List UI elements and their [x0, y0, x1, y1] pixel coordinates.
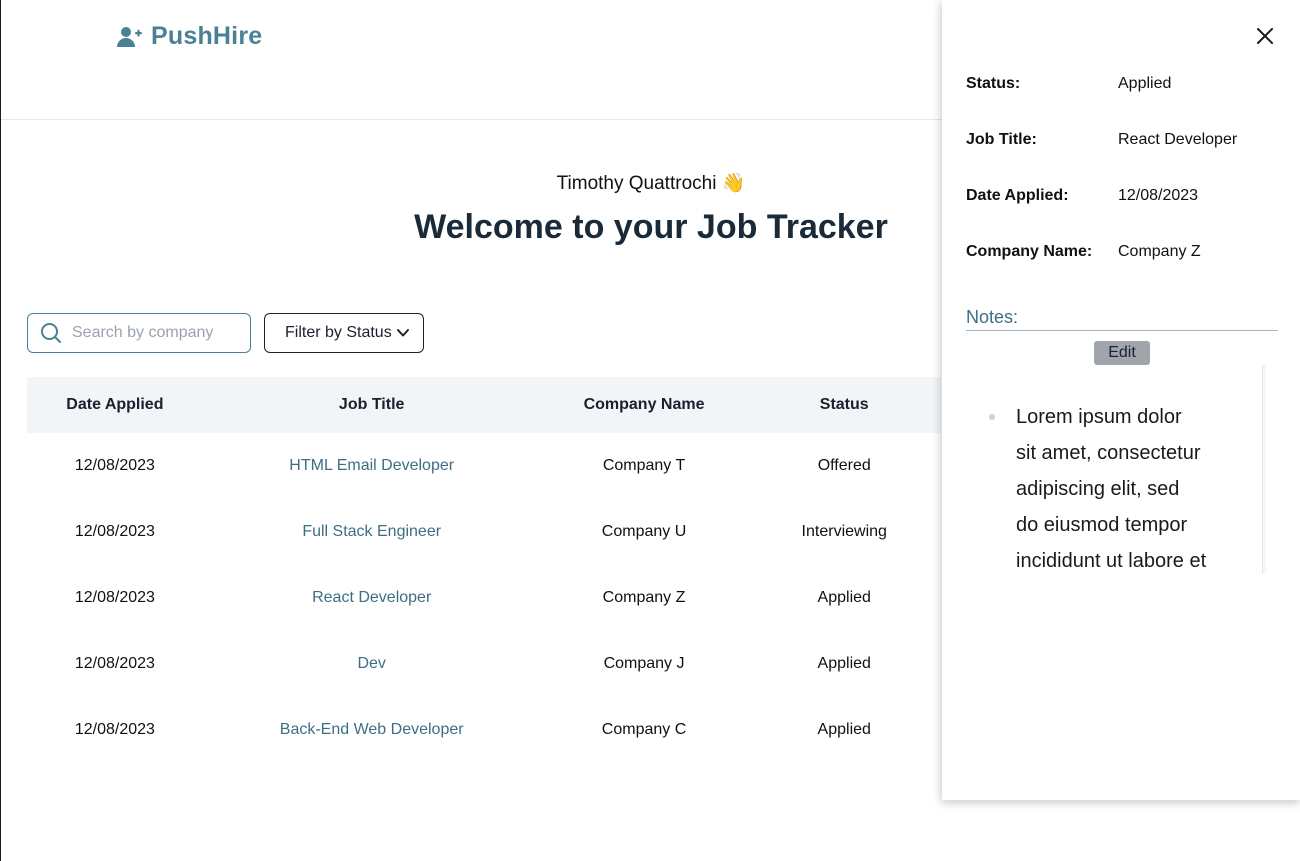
- table-row[interactable]: 12/08/2023 Dev Company J Applied: [27, 631, 941, 697]
- brand-logo[interactable]: PushHire: [115, 22, 262, 51]
- chevron-down-icon: [396, 329, 409, 337]
- search-field[interactable]: [27, 313, 251, 353]
- cell-date: 12/08/2023: [74, 523, 155, 540]
- jobs-table: Date Applied Job Title Company Name Stat…: [27, 377, 941, 763]
- cell-company: Company U: [601, 523, 687, 540]
- detail-status-value: Applied: [1118, 75, 1172, 92]
- search-input[interactable]: [70, 323, 244, 343]
- notes-heading: Notes:: [966, 307, 1278, 331]
- cell-date: 12/08/2023: [74, 655, 155, 672]
- brand-name: PushHire: [151, 22, 263, 50]
- job-title-link[interactable]: Full Stack Engineer: [302, 523, 441, 540]
- detail-status-label: Status:: [966, 75, 1021, 92]
- edit-notes-button[interactable]: Edit: [1094, 341, 1150, 365]
- table-row[interactable]: 12/08/2023 Back-End Web Developer Compan…: [27, 697, 941, 763]
- user-name: Timothy Quattrochi: [556, 173, 717, 194]
- notes-scrollbar[interactable]: [1262, 365, 1266, 574]
- cell-company: Company C: [601, 721, 687, 738]
- job-title-link[interactable]: HTML Email Developer: [289, 457, 454, 474]
- detail-date-value: 12/08/2023: [1118, 187, 1199, 204]
- detail-company-value: Company Z: [1118, 243, 1201, 260]
- table-header-row: Date Applied Job Title Company Name Stat…: [27, 377, 941, 433]
- detail-job-title-value: React Developer: [1118, 131, 1238, 148]
- header-date-applied[interactable]: Date Applied: [27, 377, 203, 433]
- detail-date-label: Date Applied:: [966, 187, 1069, 204]
- job-title-link[interactable]: Back-End Web Developer: [280, 721, 464, 738]
- header-job-title[interactable]: Job Title: [203, 377, 541, 433]
- wave-emoji: 👋: [721, 173, 746, 194]
- table-row[interactable]: 12/08/2023 HTML Email Developer Company …: [27, 433, 941, 499]
- cell-company: Company T: [602, 457, 686, 474]
- cell-date: 12/08/2023: [74, 589, 155, 606]
- detail-company-label: Company Name:: [966, 243, 1093, 260]
- job-detail-drawer: Status: Applied Job Title: React Develop…: [942, 0, 1300, 800]
- status-filter-select[interactable]: Filter by Status: [264, 313, 424, 353]
- user-plus-icon: [117, 26, 142, 47]
- cell-company: Company J: [603, 655, 685, 672]
- header-status[interactable]: Status: [747, 377, 941, 433]
- note-item: Lorem ipsum dolor sit amet, consectetur …: [989, 399, 1207, 574]
- cell-status: Offered: [817, 457, 871, 474]
- notes-scroll-area[interactable]: Lorem ipsum dolor sit amet, consectetur …: [966, 365, 1266, 574]
- cell-date: 12/08/2023: [74, 721, 155, 738]
- close-icon[interactable]: [1255, 26, 1275, 46]
- cell-date: 12/08/2023: [74, 457, 155, 474]
- cell-company: Company Z: [602, 589, 686, 606]
- cell-status: Interviewing: [801, 523, 887, 540]
- cell-status: Applied: [817, 589, 871, 606]
- job-title-link[interactable]: Dev: [357, 655, 385, 672]
- app-root: PushHire Timothy Quattrochi 👋 Welcome to…: [0, 0, 1300, 861]
- cell-status: Applied: [817, 721, 871, 738]
- job-title-link[interactable]: React Developer: [312, 589, 431, 606]
- detail-job-title-label: Job Title:: [966, 131, 1037, 148]
- table-row[interactable]: 12/08/2023 React Developer Company Z App…: [27, 565, 941, 631]
- notes-list: Lorem ipsum dolor sit amet, consectetur …: [966, 399, 1207, 574]
- cell-status: Applied: [817, 655, 871, 672]
- status-filter-label: Filter by Status: [285, 324, 392, 341]
- table-row[interactable]: 12/08/2023 Full Stack Engineer Company U…: [27, 499, 941, 565]
- header-company-name[interactable]: Company Name: [541, 377, 748, 433]
- search-icon: [41, 323, 61, 343]
